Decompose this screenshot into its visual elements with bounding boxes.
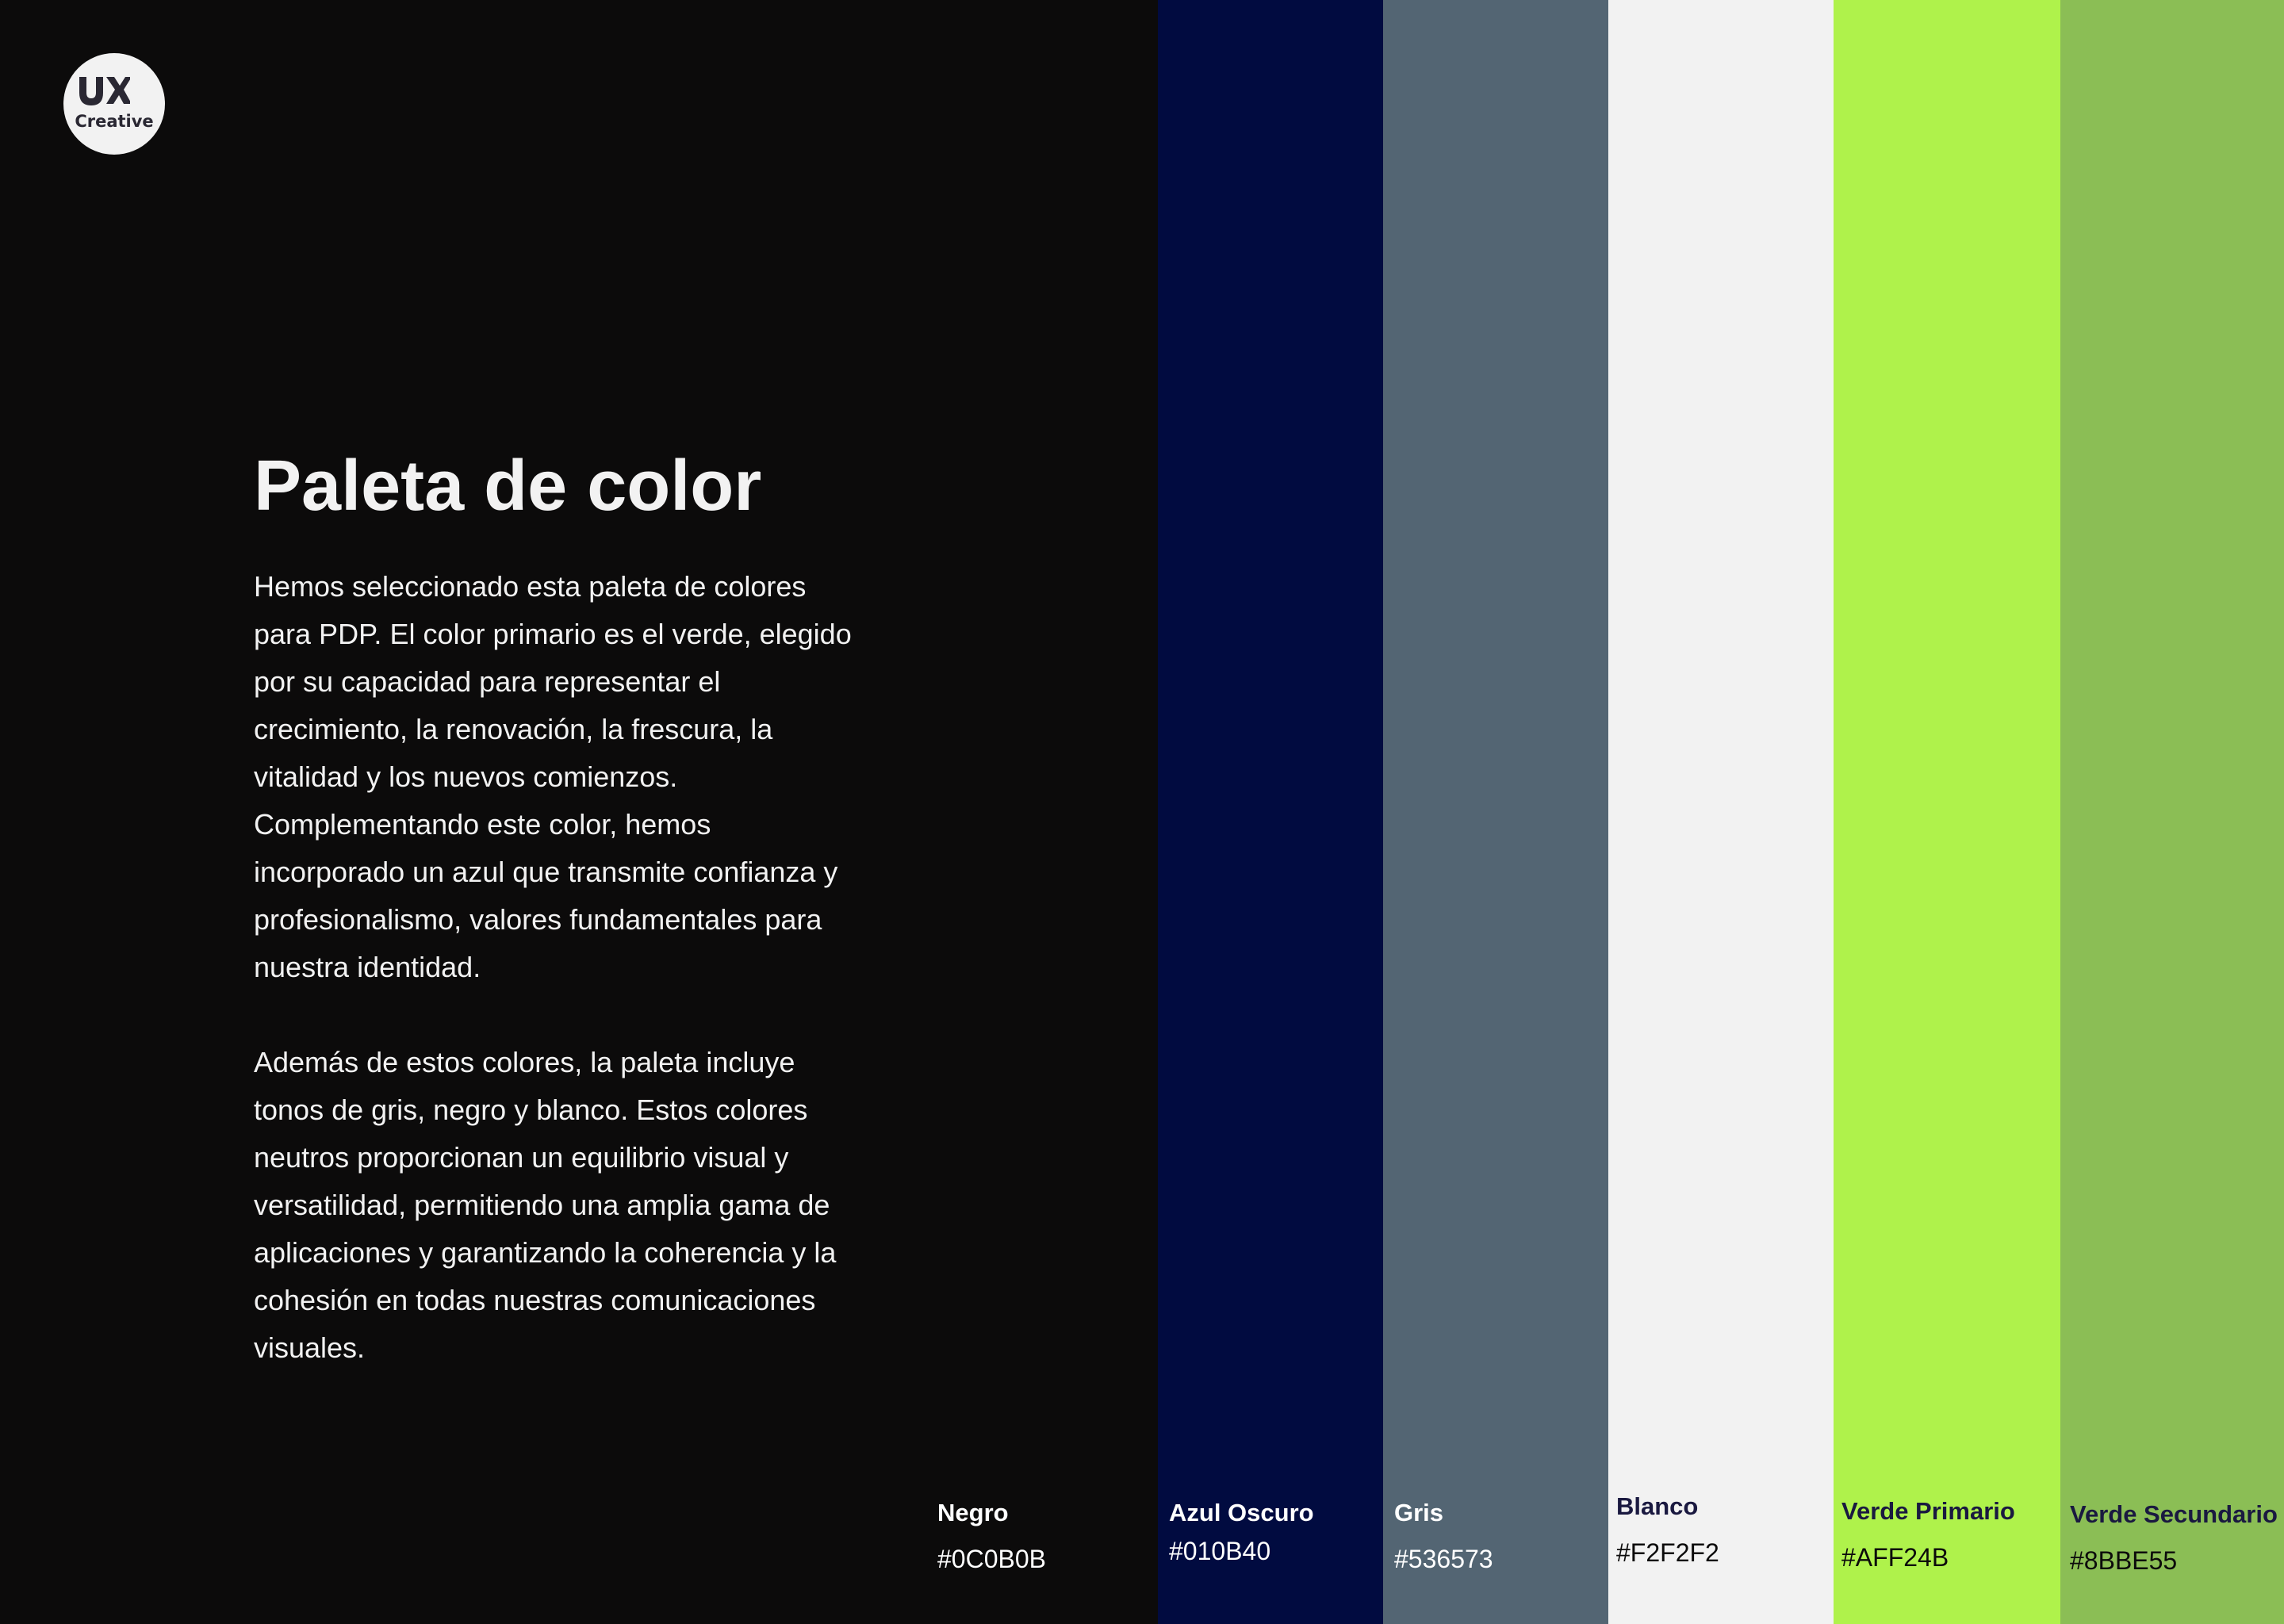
swatch-label-negro: Negro #0C0B0B (937, 1497, 1046, 1575)
swatch-azul-oscuro (1158, 0, 1383, 1624)
page-title: Paleta de color (254, 446, 762, 526)
swatch-hex: #0C0B0B (937, 1545, 1046, 1573)
swatch-name: Verde Primario (1841, 1497, 2015, 1525)
swatch-hex: #AFF24B (1841, 1543, 1949, 1572)
ux-creative-logo: Creative (63, 53, 165, 155)
swatch-hex: #8BBE55 (2070, 1546, 2178, 1575)
swatch-label-verde-secundario: Verde Secundario #8BBE55 (2070, 1499, 2278, 1576)
swatch-hex: #010B40 (1169, 1537, 1271, 1565)
swatch-label-gris: Gris #536573 (1394, 1497, 1493, 1575)
swatch-name: Azul Oscuro (1169, 1499, 1314, 1526)
swatch-name: Negro (937, 1499, 1009, 1526)
swatch-name: Blanco (1616, 1492, 1699, 1520)
swatch-blanco (1608, 0, 1834, 1624)
swatch-gris (1383, 0, 1608, 1624)
swatch-name: Gris (1394, 1499, 1444, 1526)
ux-logo-mark (79, 77, 130, 105)
swatch-verde-primario (1834, 0, 2060, 1624)
logo-text: Creative (75, 112, 154, 131)
swatch-hex: #536573 (1394, 1545, 1493, 1573)
swatch-label-verde-primario: Verde Primario #AFF24B (1841, 1496, 2015, 1573)
swatch-label-blanco: Blanco #F2F2F2 (1616, 1491, 1719, 1568)
description: Hemos seleccionado esta paleta de colore… (254, 563, 864, 1372)
swatch-hex: #F2F2F2 (1616, 1538, 1719, 1567)
swatch-verde-secundario (2060, 0, 2284, 1624)
description-paragraph-2: Además de estos colores, la paleta inclu… (254, 1046, 837, 1364)
swatch-name: Verde Secundario (2070, 1500, 2278, 1528)
swatch-label-azul-oscuro: Azul Oscuro #010B40 (1169, 1497, 1314, 1567)
description-paragraph-1: Hemos seleccionado esta paleta de colore… (254, 570, 852, 983)
